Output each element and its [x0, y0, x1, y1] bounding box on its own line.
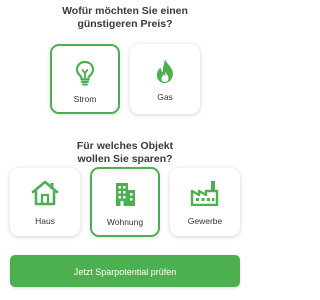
option-card-gas[interactable]: Gas: [130, 44, 200, 114]
option-label-haus: Haus: [35, 216, 55, 226]
object-question-heading: Für welches Objekt wollen Sie sparen?: [0, 140, 250, 166]
check-savings-button[interactable]: Jetzt Sparpotential prüfen: [10, 255, 240, 287]
object-question-line-1: Für welches Objekt: [76, 140, 174, 152]
option-label-gas: Gas: [157, 92, 173, 102]
option-card-wohnung[interactable]: Wohnung: [90, 167, 160, 237]
energy-question-line-2: günstigeren Preis?: [77, 18, 173, 30]
house-icon: [10, 180, 80, 206]
option-label-strom: Strom: [73, 94, 97, 104]
apartment-building-icon: [92, 181, 158, 207]
option-label-wohnung: Wohnung: [106, 217, 144, 227]
factory-icon: [170, 180, 240, 206]
energy-question-heading: Wofür möchten Sie einen günstigeren Prei…: [0, 5, 250, 31]
energy-question-line-1: Wofür möchten Sie einen: [62, 5, 188, 17]
flame-icon: [130, 58, 200, 84]
option-label-gewerbe: Gewerbe: [187, 216, 223, 226]
object-question-line-2: wollen Sie sparen?: [77, 153, 173, 165]
option-card-gewerbe[interactable]: Gewerbe: [170, 168, 240, 236]
option-card-haus[interactable]: Haus: [10, 168, 80, 236]
lightbulb-icon: [52, 60, 118, 86]
option-card-strom[interactable]: Strom: [50, 44, 120, 114]
